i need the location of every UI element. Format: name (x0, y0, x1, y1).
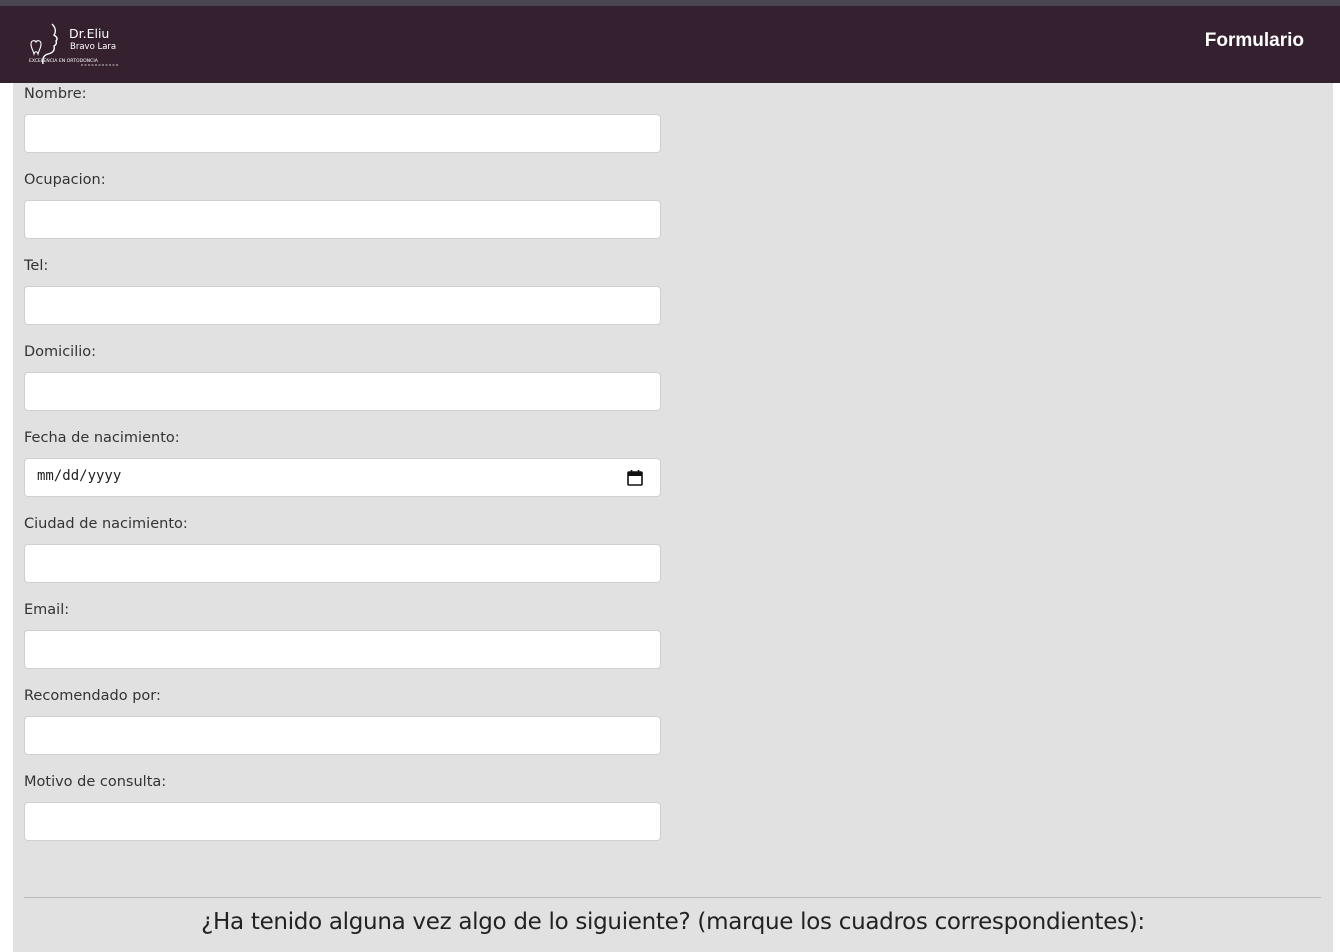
nombre-input[interactable] (24, 114, 661, 153)
field-ciudad-nacimiento: Ciudad de nacimiento: (24, 513, 661, 583)
fecha-nacimiento-label: Fecha de nacimiento: (24, 430, 180, 446)
field-recomendado-por: Recomendado por: (24, 685, 661, 755)
form-container: Nombre: Ocupacion: Tel: Domicilio: Fecha… (13, 83, 1333, 952)
ciudad-nacimiento-label: Ciudad de nacimiento: (24, 516, 188, 532)
motivo-consulta-label: Motivo de consulta: (24, 774, 167, 790)
section-title: ¿Ha tenido alguna vez algo de lo siguien… (201, 909, 1145, 935)
tel-input[interactable] (24, 286, 661, 325)
domicilio-label: Domicilio: (24, 344, 97, 360)
navbar: Dr.Eliu Bravo Lara EXCELENCIA EN ORTODON… (0, 6, 1340, 83)
motivo-consulta-input[interactable] (24, 802, 661, 841)
field-motivo-consulta: Motivo de consulta: (24, 771, 661, 841)
fecha-nacimiento-input[interactable]: mm/dd/yyyy (24, 458, 661, 497)
domicilio-input[interactable] (24, 372, 661, 411)
field-email: Email: (24, 599, 661, 669)
date-placeholder: mm/dd/yyyy (37, 468, 122, 484)
nav-formulario-link[interactable]: Formulario (1205, 30, 1304, 52)
logo-face-profile-icon (42, 23, 58, 65)
recomendado-por-input[interactable] (24, 716, 661, 755)
email-input[interactable] (24, 630, 661, 669)
nombre-label: Nombre: (24, 86, 87, 102)
logo-tooth-icon (30, 40, 42, 56)
calendar-icon[interactable] (626, 469, 644, 487)
field-domicilio: Domicilio: (24, 341, 661, 411)
field-fecha-nacimiento: Fecha de nacimiento: mm/dd/yyyy (24, 427, 661, 497)
logo-name-line2: Bravo Lara (70, 42, 116, 52)
clinic-logo[interactable]: Dr.Eliu Bravo Lara EXCELENCIA EN ORTODON… (26, 20, 122, 68)
field-nombre: Nombre: (24, 83, 661, 153)
section-divider (24, 897, 1321, 898)
recomendado-por-label: Recomendado por: (24, 688, 161, 704)
email-label: Email: (24, 602, 70, 618)
field-ocupacion: Ocupacion: (24, 169, 661, 239)
ciudad-nacimiento-input[interactable] (24, 544, 661, 583)
ocupacion-input[interactable] (24, 200, 661, 239)
logo-tagline: EXCELENCIA EN ORTODONCIA (29, 58, 99, 64)
tel-label: Tel: (24, 258, 49, 274)
field-tel: Tel: (24, 255, 661, 325)
logo-name-line1: Dr.Eliu (69, 26, 109, 41)
ocupacion-label: Ocupacion: (24, 172, 106, 188)
